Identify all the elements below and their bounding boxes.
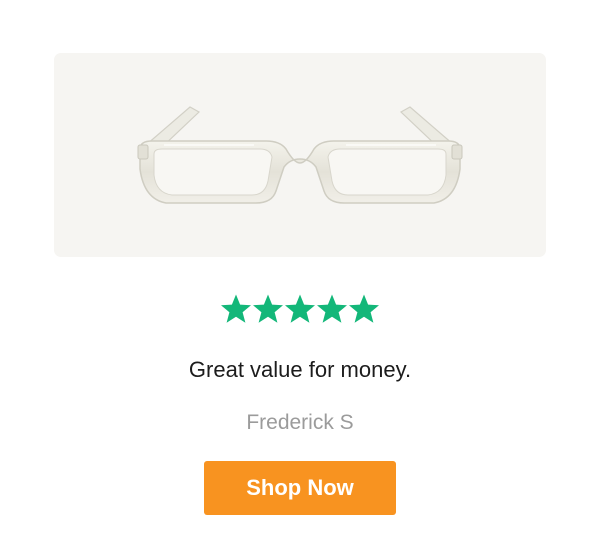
- star-icon: [349, 294, 379, 323]
- star-icon: [285, 294, 315, 323]
- product-image[interactable]: [54, 53, 546, 257]
- star-icon: [253, 294, 283, 323]
- star-icon: [317, 294, 347, 323]
- star-rating: [0, 292, 600, 332]
- review-text: Great value for money.: [188, 357, 412, 382]
- glasses-icon: [137, 106, 463, 204]
- shop-now-button[interactable]: Shop Now: [204, 461, 396, 515]
- review-card: Great value for money. Frederick S Shop …: [0, 0, 600, 542]
- star-icon: [221, 294, 251, 323]
- reviewer-name: Frederick S: [246, 411, 354, 434]
